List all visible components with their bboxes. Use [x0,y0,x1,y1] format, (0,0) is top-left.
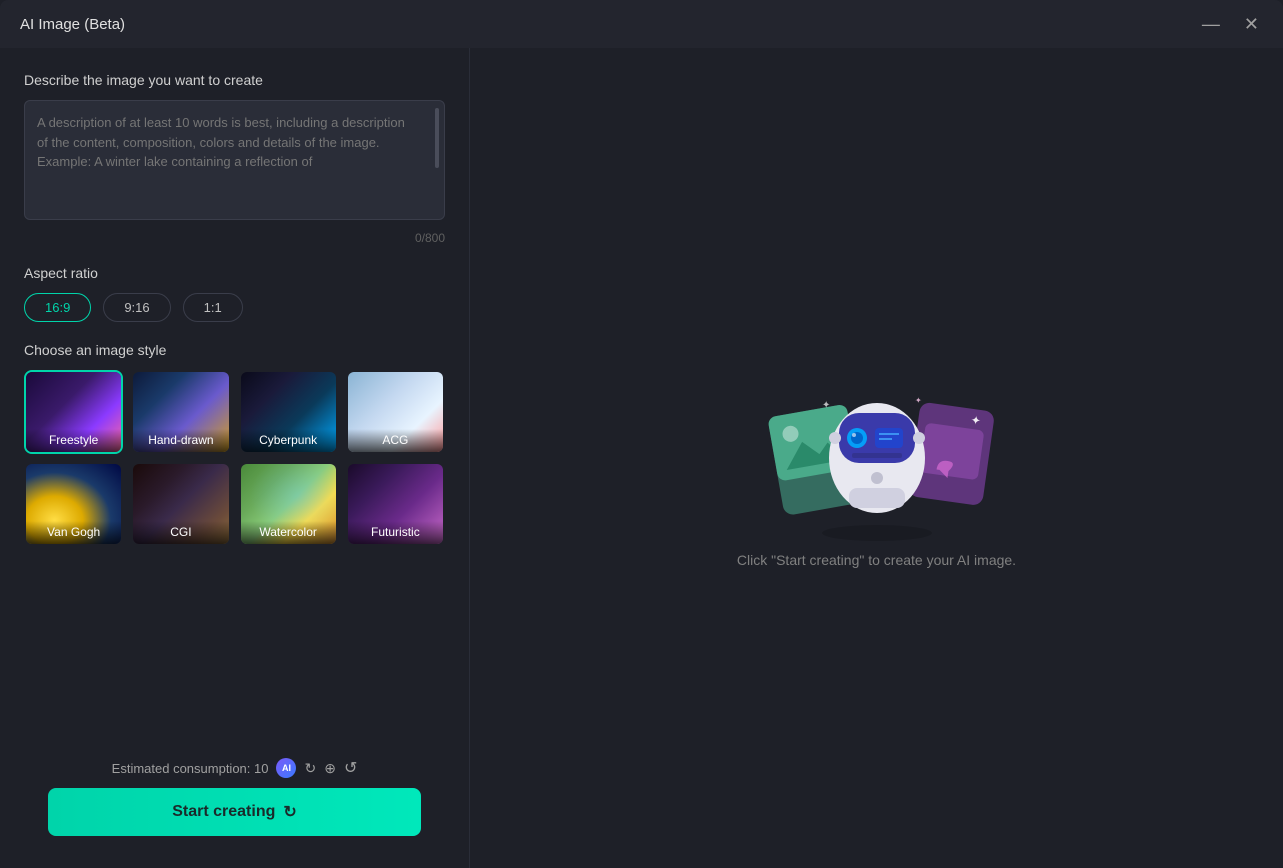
right-panel: ✦ [470,48,1283,868]
aspect-1-1[interactable]: 1:1 [183,293,243,322]
refresh-icon: ↻ [304,760,316,777]
style-futuristic-label: Futuristic [348,521,443,544]
aspect-ratio-section: Aspect ratio 16:9 9:16 1:1 [24,265,445,322]
aspect-ratio-label: Aspect ratio [24,265,445,281]
style-watercolor-label: Watercolor [241,521,336,544]
close-button[interactable]: ✕ [1240,13,1263,35]
style-freestyle-label: Freestyle [26,429,121,452]
style-acg-label: ACG [348,429,443,452]
style-vangogh-label: Van Gogh [26,521,121,544]
plus-icon: ⊕ [324,760,336,777]
style-acg[interactable]: ACG [346,370,445,454]
robot-illustration: ✦ [757,348,997,528]
start-creating-icon: ↻ [283,802,296,822]
describe-label: Describe the image you want to create [24,72,445,88]
description-textarea[interactable] [24,100,445,220]
window-controls: — ✕ [1198,13,1263,35]
robot-svg: ✦ [757,348,997,548]
aspect-buttons: 16:9 9:16 1:1 [24,293,445,322]
app-window: AI Image (Beta) — ✕ Describe the image y… [0,0,1283,868]
scrollbar-thumb [435,108,439,168]
reload-icon[interactable]: ↺ [344,758,357,778]
minimize-button[interactable]: — [1198,13,1224,35]
window-title: AI Image (Beta) [20,16,125,33]
style-cgi[interactable]: CGI [131,462,230,546]
consumption-row: Estimated consumption: 10 AI ↻ ⊕ ↺ [48,758,421,778]
start-creating-button[interactable]: Start creating ↻ [48,788,421,836]
style-section: Choose an image style Freestyle Hand-dra… [24,342,445,746]
style-grid: Freestyle Hand-drawn Cyberpunk ACG [24,370,445,546]
char-count: 0/800 [24,231,445,245]
aspect-9-16[interactable]: 9:16 [103,293,170,322]
consumption-text: Estimated consumption: 10 [112,761,269,776]
aspect-16-9[interactable]: 16:9 [24,293,91,322]
ai-badge-icon: AI [276,758,296,778]
textarea-wrapper [24,100,445,225]
left-panel: Describe the image you want to create 0/… [0,48,470,868]
style-cyberpunk[interactable]: Cyberpunk [239,370,338,454]
titlebar: AI Image (Beta) — ✕ [0,0,1283,48]
style-cgi-label: CGI [133,521,228,544]
svg-text:✦: ✦ [822,400,830,411]
style-cyberpunk-label: Cyberpunk [241,429,336,452]
start-creating-label: Start creating [172,803,275,821]
style-handdrawn[interactable]: Hand-drawn [131,370,230,454]
style-vangogh[interactable]: Van Gogh [24,462,123,546]
main-content: Describe the image you want to create 0/… [0,48,1283,868]
style-futuristic[interactable]: Futuristic [346,462,445,546]
footer: Estimated consumption: 10 AI ↻ ⊕ ↺ Start… [24,746,445,852]
svg-text:✦: ✦ [969,413,981,428]
hint-text: Click "Start creating" to create your AI… [737,552,1016,568]
style-freestyle[interactable]: Freestyle [24,370,123,454]
style-handdrawn-label: Hand-drawn [133,429,228,452]
style-watercolor[interactable]: Watercolor [239,462,338,546]
style-label: Choose an image style [24,342,445,358]
svg-text:✦: ✦ [915,396,922,405]
